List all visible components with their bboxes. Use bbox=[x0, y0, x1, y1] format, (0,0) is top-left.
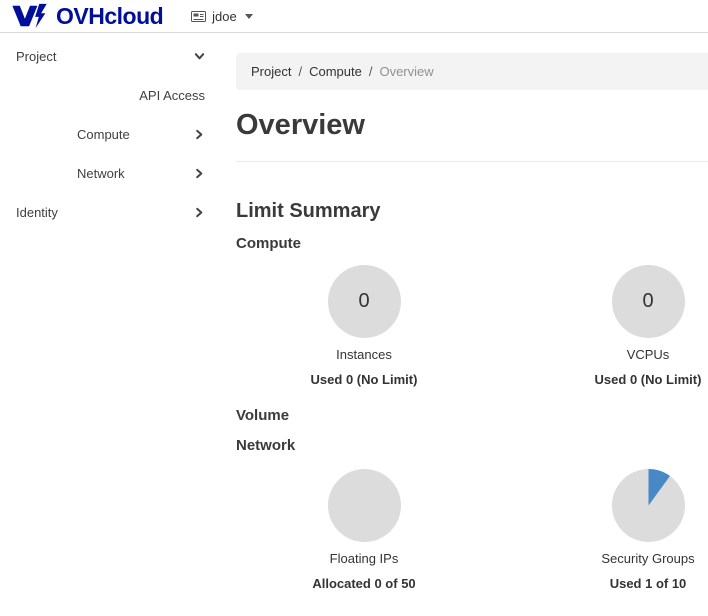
id-card-icon bbox=[191, 10, 206, 23]
breadcrumb: Project / Compute / Overview bbox=[236, 53, 708, 90]
page-title: Overview bbox=[236, 108, 708, 162]
ovhcloud-logo-icon bbox=[10, 3, 50, 29]
quota-chart-floating-ips: Floating IPs Allocated 0 of 50 bbox=[236, 469, 492, 591]
breadcrumb-link-project[interactable]: Project bbox=[251, 64, 291, 79]
chevron-right-icon bbox=[193, 129, 205, 140]
quota-chart-vcpus: 0 VCPUs Used 0 (No Limit) bbox=[520, 265, 708, 387]
pie-chart: 0 bbox=[328, 265, 401, 338]
sidebar-item-compute[interactable]: Compute bbox=[16, 115, 205, 154]
pie-chart: 0 bbox=[612, 265, 685, 338]
pie-label: Instances bbox=[336, 347, 392, 362]
sidebar: Project API Access Compute Network Ident… bbox=[0, 33, 233, 591]
user-menu[interactable]: jdoe bbox=[191, 9, 253, 24]
network-subheading: Network bbox=[236, 438, 708, 454]
limit-summary-heading: Limit Summary bbox=[236, 200, 708, 223]
quota-chart-security-groups: Security Groups Used 1 of 10 bbox=[520, 469, 708, 591]
pie-caption: Used 1 of 10 bbox=[610, 576, 687, 591]
breadcrumb-current: Overview bbox=[379, 64, 433, 79]
pie-label: VCPUs bbox=[627, 347, 670, 362]
sidebar-item-project[interactable]: Project bbox=[16, 37, 205, 76]
sidebar-item-label: Network bbox=[77, 166, 125, 181]
top-header: OVHcloud jdoe bbox=[0, 0, 708, 33]
sidebar-item-label: Identity bbox=[16, 205, 58, 220]
sidebar-item-api-access[interactable]: API Access bbox=[16, 76, 205, 115]
pie-caption: Allocated 0 of 50 bbox=[312, 576, 415, 591]
breadcrumb-separator: / bbox=[298, 64, 302, 79]
compute-subheading: Compute bbox=[236, 236, 708, 252]
volume-subheading: Volume bbox=[236, 408, 708, 424]
sidebar-item-identity[interactable]: Identity bbox=[16, 193, 205, 232]
pie-label: Floating IPs bbox=[330, 551, 399, 566]
network-charts-row: Floating IPs Allocated 0 of 50 Security … bbox=[236, 469, 708, 591]
compute-charts-row: 0 Instances Used 0 (No Limit) 0 VCPUs Us… bbox=[236, 265, 708, 387]
chevron-down-icon bbox=[193, 51, 205, 62]
username: jdoe bbox=[212, 9, 237, 24]
main-content: Project / Compute / Overview Overview Li… bbox=[233, 33, 708, 591]
brand-name: OVHcloud bbox=[56, 5, 163, 28]
pie-label: Security Groups bbox=[601, 551, 694, 566]
caret-down-icon bbox=[245, 14, 253, 19]
breadcrumb-separator: / bbox=[369, 64, 373, 79]
sidebar-item-label: Compute bbox=[77, 127, 130, 142]
sidebar-item-label: Project bbox=[16, 49, 56, 64]
pie-center-value: 0 bbox=[642, 290, 653, 313]
chevron-right-icon bbox=[193, 207, 205, 218]
pie-chart bbox=[328, 469, 401, 542]
chevron-right-icon bbox=[193, 168, 205, 179]
ovhcloud-logo[interactable]: OVHcloud bbox=[10, 3, 163, 29]
sidebar-item-label: API Access bbox=[139, 88, 205, 103]
breadcrumb-link-compute[interactable]: Compute bbox=[309, 64, 362, 79]
sidebar-item-network[interactable]: Network bbox=[16, 154, 205, 193]
pie-center-value: 0 bbox=[358, 290, 369, 313]
pie-caption: Used 0 (No Limit) bbox=[311, 372, 418, 387]
quota-chart-instances: 0 Instances Used 0 (No Limit) bbox=[236, 265, 492, 387]
pie-caption: Used 0 (No Limit) bbox=[595, 372, 702, 387]
pie-chart bbox=[612, 469, 685, 542]
